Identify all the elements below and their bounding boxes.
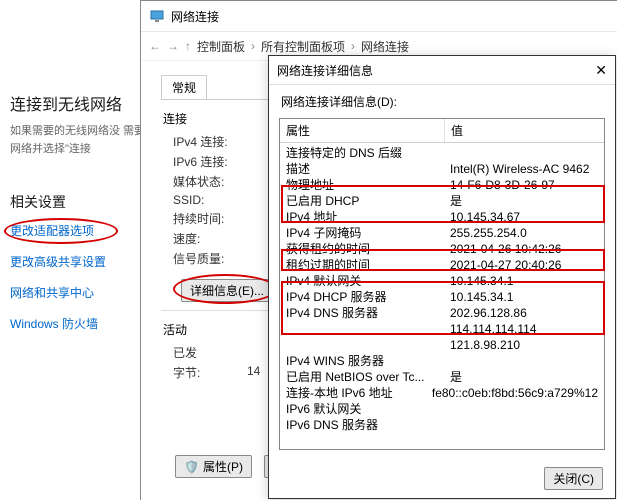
details-row[interactable]: 连接特定的 DNS 后缀 xyxy=(280,145,604,161)
page-title: 连接到无线网络 xyxy=(10,91,160,115)
details-row[interactable]: 已启用 NetBIOS over Tc...是 xyxy=(280,369,604,385)
nav-back-icon[interactable]: ← xyxy=(149,39,161,53)
details-row[interactable]: IPv4 子网掩码255.255.254.0 xyxy=(280,225,604,241)
column-header-property[interactable]: 属性 xyxy=(280,119,445,142)
details-property: IPv4 默认网关 xyxy=(280,273,444,289)
value-bytes: 14 xyxy=(247,364,260,381)
details-property: IPv6 默认网关 xyxy=(280,401,444,417)
details-row[interactable]: 获得租约的时间2021-04-26 10:42:26 xyxy=(280,241,604,257)
dialog-title: 网络连接详细信息 xyxy=(277,62,373,79)
nav-forward-icon[interactable]: → xyxy=(167,39,179,53)
details-row[interactable]: 连接-本地 IPv6 地址fe80::c0eb:f8bd:56c9:a729%1… xyxy=(280,385,604,401)
close-button[interactable]: 关闭(C) xyxy=(544,467,603,490)
network-sharing-center-link[interactable]: 网络和共享中心 xyxy=(10,284,160,301)
label-media-state: 媒体状态: xyxy=(173,173,243,190)
properties-button[interactable]: 🛡️属性(P) xyxy=(175,455,252,478)
details-property: IPv4 地址 xyxy=(280,209,444,225)
details-property: IPv4 子网掩码 xyxy=(280,225,444,241)
network-icon xyxy=(149,8,165,24)
breadcrumb-segment[interactable]: 网络连接 xyxy=(361,38,409,55)
column-header-value[interactable]: 值 xyxy=(445,119,604,142)
label-ipv4-conn: IPv4 连接: xyxy=(173,133,243,150)
windows-firewall-link[interactable]: Windows 防火墙 xyxy=(10,315,160,332)
chevron-right-icon: › xyxy=(251,39,255,53)
details-row[interactable]: IPv4 DHCP 服务器10.145.34.1 xyxy=(280,289,604,305)
tab-general[interactable]: 常规 xyxy=(161,75,207,99)
details-value: 10.145.34.1 xyxy=(444,273,604,289)
close-icon[interactable]: ✕ xyxy=(595,62,607,79)
breadcrumb-segment[interactable]: 控制面板 xyxy=(197,38,245,55)
help-text: 如果需要的无线网络没 需要的网络并选择"连接 xyxy=(10,123,160,158)
details-value xyxy=(444,353,604,369)
details-row[interactable]: IPv4 DNS 服务器202.96.128.86 xyxy=(280,305,604,321)
details-value: 114.114.114.114 xyxy=(444,321,604,337)
details-row[interactable]: IPv4 地址10.145.34.67 xyxy=(280,209,604,225)
details-property: IPv4 DHCP 服务器 xyxy=(280,289,444,305)
related-settings-heading: 相关设置 xyxy=(10,192,160,212)
advanced-sharing-link[interactable]: 更改高级共享设置 xyxy=(10,253,160,270)
adapter-options-link[interactable]: 更改适配器选项 xyxy=(10,222,160,239)
details-listview[interactable]: 属性 值 连接特定的 DNS 后缀描述Intel(R) Wireless-AC … xyxy=(279,118,605,450)
details-property: 租约过期的时间 xyxy=(280,257,444,273)
details-value: 10.145.34.1 xyxy=(444,289,604,305)
shield-icon: 🛡️ xyxy=(184,460,199,474)
details-row[interactable]: 121.8.98.210 xyxy=(280,337,604,353)
details-value: 是 xyxy=(444,369,604,385)
details-row[interactable]: IPv4 WINS 服务器 xyxy=(280,353,604,369)
details-property: 已启用 NetBIOS over Tc... xyxy=(280,369,444,385)
details-row[interactable]: 114.114.114.114 xyxy=(280,321,604,337)
details-value xyxy=(444,145,604,161)
details-value: 202.96.128.86 xyxy=(444,305,604,321)
details-value: 121.8.98.210 xyxy=(444,337,604,353)
details-property: IPv4 DNS 服务器 xyxy=(280,305,444,321)
details-property: IPv4 WINS 服务器 xyxy=(280,353,444,369)
details-value: fe80::c0eb:f8bd:56c9:a729%12 xyxy=(426,385,604,401)
label-ipv6-conn: IPv6 连接: xyxy=(173,153,243,170)
details-value xyxy=(444,417,604,433)
nav-up-icon[interactable]: ↑ xyxy=(185,39,191,53)
dialog-subtitle: 网络连接详细信息(D): xyxy=(269,85,615,114)
label-bytes: 字节: xyxy=(173,364,243,381)
label-duration: 持续时间: xyxy=(173,210,243,227)
breadcrumb-segment[interactable]: 所有控制面板项 xyxy=(261,38,345,55)
details-property: IPv6 DNS 服务器 xyxy=(280,417,444,433)
details-row[interactable]: 物理地址14-F6-D8-3D-26-97 xyxy=(280,177,604,193)
details-value: 2021-04-27 20:40:26 xyxy=(444,257,604,273)
details-row[interactable]: IPv6 默认网关 xyxy=(280,401,604,417)
connection-details-dialog: 网络连接详细信息 ✕ 网络连接详细信息(D): 属性 值 连接特定的 DNS 后… xyxy=(268,55,616,499)
details-property: 连接-本地 IPv6 地址 xyxy=(280,385,426,401)
details-property xyxy=(280,337,444,353)
details-value: 2021-04-26 10:42:26 xyxy=(444,241,604,257)
details-row[interactable]: 租约过期的时间2021-04-27 20:40:26 xyxy=(280,257,604,273)
chevron-right-icon: › xyxy=(351,39,355,53)
dialog-titlebar: 网络连接详细信息 ✕ xyxy=(269,56,615,85)
details-value: Intel(R) Wireless-AC 9462 xyxy=(444,161,604,177)
details-value: 14-F6-D8-3D-26-97 xyxy=(444,177,604,193)
details-property: 描述 xyxy=(280,161,444,177)
details-row[interactable]: IPv4 默认网关10.145.34.1 xyxy=(280,273,604,289)
details-button[interactable]: 详细信息(E)... xyxy=(181,279,273,302)
details-row[interactable]: IPv6 DNS 服务器 xyxy=(280,417,604,433)
titlebar: 网络连接 xyxy=(141,1,617,32)
window-title: 网络连接 xyxy=(171,8,610,25)
label-speed: 速度: xyxy=(173,230,243,247)
details-property: 获得租约的时间 xyxy=(280,241,444,257)
details-row[interactable]: 描述Intel(R) Wireless-AC 9462 xyxy=(280,161,604,177)
details-property: 连接特定的 DNS 后缀 xyxy=(280,145,444,161)
label-sent: 已发 xyxy=(173,344,197,361)
label-ssid: SSID: xyxy=(173,193,243,207)
details-value: 是 xyxy=(444,193,604,209)
details-property: 已启用 DHCP xyxy=(280,193,444,209)
details-property: 物理地址 xyxy=(280,177,444,193)
details-value: 255.255.254.0 xyxy=(444,225,604,241)
details-value: 10.145.34.67 xyxy=(444,209,604,225)
details-value xyxy=(444,401,604,417)
details-property xyxy=(280,321,444,337)
label-signal: 信号质量: xyxy=(173,250,243,267)
details-row[interactable]: 已启用 DHCP是 xyxy=(280,193,604,209)
